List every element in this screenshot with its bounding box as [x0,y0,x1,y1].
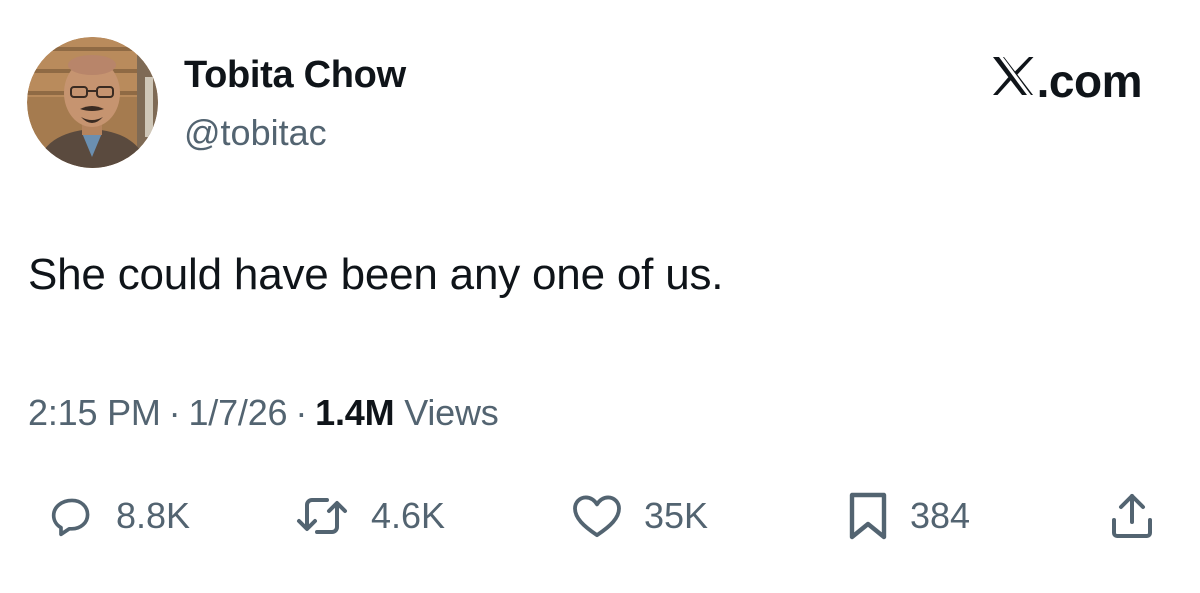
meta-separator: · [168,392,181,433]
meta-separator: · [295,392,308,433]
reply-button[interactable]: 8.8K [50,486,190,546]
heart-icon [572,494,622,538]
tweet-date[interactable]: 1/7/26 [188,392,287,433]
action-bar: 8.8K 4.6K 35K 384 [0,486,1200,546]
avatar[interactable] [27,37,158,168]
retweet-button[interactable]: 4.6K [295,486,445,546]
author-display-name[interactable]: Tobita Chow [184,54,406,97]
tweet-time[interactable]: 2:15 PM [28,392,161,433]
reply-icon [50,494,94,538]
bookmark-count: 384 [910,495,971,536]
author-handle[interactable]: @tobitac [184,112,327,154]
share-icon [1110,492,1154,540]
bookmark-button[interactable]: 384 [848,486,970,546]
retweet-count: 4.6K [371,495,446,536]
like-count: 35K [644,495,709,536]
like-button[interactable]: 35K [572,486,708,546]
share-button[interactable] [1110,486,1154,546]
views-count: 1.4M [315,392,395,433]
tweet-meta: 2:15 PM · 1/7/26 · 1.4M Views [28,392,499,434]
reply-count: 8.8K [116,495,191,536]
brand-domain: .com [1036,55,1143,107]
views-label: Views [404,392,499,433]
tweet-text: She could have been any one of us. [28,250,724,299]
avatar-photo [27,37,158,168]
bookmark-icon [848,491,888,541]
x-logo-icon [991,54,1035,108]
retweet-icon [295,494,349,538]
brand-label: .com [991,54,1143,108]
